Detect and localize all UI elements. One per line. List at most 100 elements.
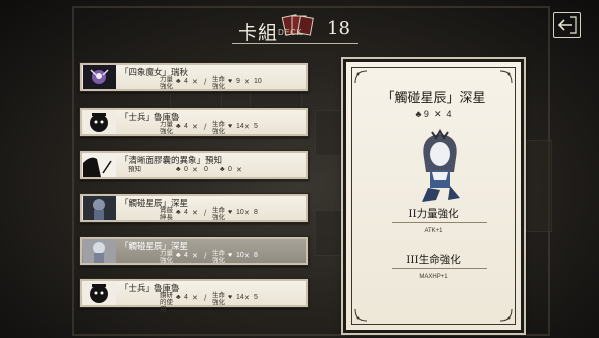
card-skill2: 生命強化 — [212, 292, 225, 306]
card-atk: 0 — [184, 166, 188, 173]
swords-icon: ✕ — [244, 252, 250, 260]
ornament-icon — [499, 70, 513, 84]
clover-icon: ♣ — [415, 109, 422, 119]
deck-header: 卡組 DECK 18 — [232, 14, 372, 46]
header-divider — [232, 43, 358, 44]
card-skill2: 生命強化 — [212, 207, 225, 221]
swords-icon: ✕ — [192, 294, 198, 302]
clover-icon: ♥ — [228, 294, 233, 301]
card-skill1: 力量強化 — [160, 250, 173, 264]
card-atk: 4 — [184, 294, 188, 301]
swords-icon: ✕ — [244, 209, 250, 217]
card-row[interactable]: 「清晰面膠囊的異象」預知 預知 ♣ 0 ✕ 0 ♣ 0 ✕ — [79, 150, 309, 180]
detail-inner-frame: 「觸碰星辰」深星 ♣ 9 ✕ 4 II力量強化 ATK+1 III生命強化 MA… — [351, 67, 516, 325]
clover-icon: ♥ — [228, 123, 233, 130]
detail-hp: 4 — [446, 109, 452, 119]
card-name: 「清晰面膠囊的異象」預知 — [120, 156, 223, 166]
character-portrait — [422, 128, 460, 202]
card-thumbnail — [83, 110, 116, 134]
card-skill1: 賞鼓紳長 — [160, 207, 173, 221]
card-row[interactable]: 「士兵」魯庫魯 鑽研的使用 ♣ 4 ✕ / 生命強化 ♥ 14 ✕ 5 — [79, 278, 309, 313]
card-skill1: 力量強化 — [160, 76, 173, 90]
card-skill2: 生命強化 — [212, 250, 225, 264]
swords-icon: ✕ — [192, 209, 198, 217]
deck-title: 卡組 — [238, 22, 279, 44]
card-row-selected[interactable]: 「觸碰星辰」深星 力量強化 ♣ 4 ✕ / 生命強化 ♥ 10 ✕ 8 — [79, 236, 309, 266]
card-thumbnail — [83, 281, 116, 305]
card-skill1: 鑽研的使用 — [160, 292, 173, 313]
card-row[interactable]: 「觸碰星辰」深星 賞鼓紳長 ♣ 4 ✕ / 生命強化 ♥ 10 ✕ 8 — [79, 193, 309, 223]
card-hp: 10 — [236, 209, 244, 216]
clover-icon: ♣ — [176, 166, 181, 173]
back-button[interactable] — [553, 12, 581, 38]
skill-name: II力量強化 — [408, 208, 459, 220]
separator: / — [204, 294, 207, 302]
swords-icon: ✕ — [192, 252, 198, 260]
clover-icon: ♣ — [176, 294, 181, 301]
card-skill1: 預知 — [128, 166, 141, 173]
card-cost: 5 — [254, 123, 258, 130]
separator: / — [204, 252, 207, 260]
divider — [392, 222, 487, 223]
ornament-icon — [354, 70, 368, 84]
swords-icon: ✕ — [244, 123, 250, 131]
card-cost: 10 — [254, 78, 262, 85]
card-row[interactable]: 「士兵」魯庫魯 力量強化 ♣ 4 ✕ / 生命強化 ♥ 14 ✕ 5 — [79, 107, 309, 137]
skill-description: ATK+1 — [424, 228, 443, 234]
detail-atk: 9 — [423, 109, 429, 119]
swords-icon: ✕ — [192, 123, 198, 131]
card-atk: 4 — [184, 123, 188, 130]
card-cost: 5 — [254, 294, 258, 301]
clover-icon: ♥ — [228, 209, 233, 216]
separator: / — [204, 78, 207, 86]
deck-count: 18 — [327, 18, 350, 39]
clover-icon: ♣ — [220, 166, 225, 173]
divider — [392, 268, 487, 269]
clover-icon: ♥ — [228, 252, 233, 259]
card-skill2: 生命強化 — [212, 121, 225, 135]
card-hp: 9 — [236, 78, 240, 85]
clover-icon: ♣ — [176, 209, 181, 216]
swords-icon: ✕ — [192, 78, 198, 86]
swords-icon: ✕ — [236, 166, 242, 174]
card-cost: 0 — [228, 166, 232, 173]
swords-icon: ✕ — [244, 78, 250, 86]
clover-icon: ♣ — [176, 252, 181, 259]
separator: / — [204, 123, 207, 131]
card-detail-panel: 「觸碰星辰」深星 ♣ 9 ✕ 4 II力量強化 ATK+1 III生命強化 MA… — [343, 59, 524, 333]
clover-icon: ♣ — [176, 123, 181, 130]
card-row[interactable]: 「四象魔女」瑞秋 力量強化 ♣ 4 ✕ / 生命強化 ♥ 9 ✕ 10 — [79, 62, 309, 92]
swords-icon: ✕ — [244, 294, 250, 302]
skill-description: MAXHP+1 — [419, 274, 448, 280]
card-cost: 8 — [254, 252, 258, 259]
card-name: 「觸碰星辰」深星 — [120, 199, 189, 209]
separator: / — [204, 209, 207, 217]
card-list[interactable]: 「四象魔女」瑞秋 力量強化 ♣ 4 ✕ / 生命強化 ♥ 9 ✕ 10 「士兵」… — [79, 62, 309, 338]
ornament-icon — [354, 308, 368, 322]
clover-icon: ♣ — [176, 78, 181, 85]
card-atk: 4 — [184, 252, 188, 259]
swords-icon: ✕ — [192, 166, 198, 174]
card-hp: 10 — [236, 252, 244, 259]
card-thumbnail — [83, 239, 116, 263]
card-atk: 4 — [184, 78, 188, 85]
card-name: 「觸碰星辰」深星 — [120, 242, 189, 252]
card-cost: 8 — [254, 209, 258, 216]
deck-subtitle: DECK — [278, 28, 303, 37]
clover-icon: ♥ — [228, 78, 233, 85]
swords-icon: ✕ — [431, 109, 444, 119]
skill-name: III生命強化 — [406, 254, 461, 266]
detail-card-title: 「觸碰星辰」深星 — [381, 91, 486, 106]
card-thumbnail — [83, 65, 116, 89]
card-name: 「四象魔女」瑞秋 — [120, 68, 189, 78]
card-hp: 14 — [236, 123, 244, 130]
board-cell — [520, 140, 552, 232]
card-thumbnail — [83, 196, 116, 220]
card-hp: 14 — [236, 294, 244, 301]
back-arrow-icon — [557, 16, 577, 34]
card-skill1: 力量強化 — [160, 121, 173, 135]
card-thumbnail — [83, 153, 116, 177]
card-atk: 4 — [184, 209, 188, 216]
card-skill2: 生命強化 — [212, 76, 225, 90]
detail-stats: ♣ 9 ✕ 4 — [352, 109, 515, 120]
